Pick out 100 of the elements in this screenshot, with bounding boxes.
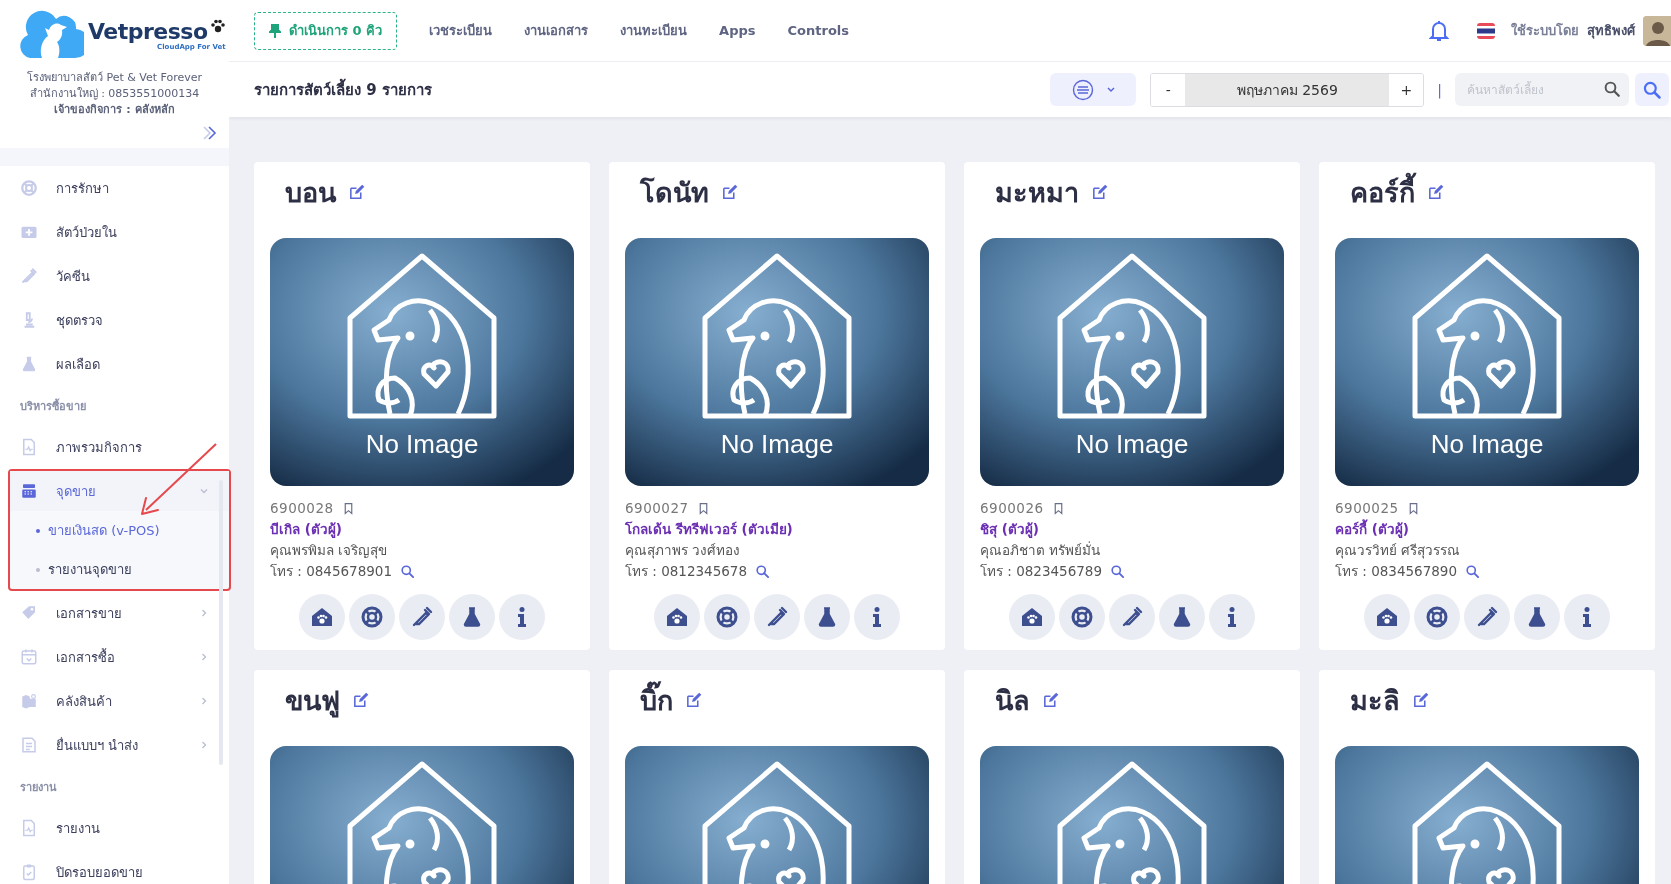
pet-name: มะหมา: [995, 175, 1079, 210]
edit-icon[interactable]: [1427, 183, 1444, 201]
vaccine-button[interactable]: [399, 594, 445, 640]
edit-icon[interactable]: [1042, 691, 1059, 709]
lifebuoy-icon: [1070, 605, 1094, 629]
sidebar-item[interactable]: วัคซีน: [0, 254, 229, 298]
no-image-label: No Image: [720, 429, 834, 459]
vaccine-button[interactable]: [754, 594, 800, 640]
info-button[interactable]: [499, 594, 545, 640]
edit-icon[interactable]: [1412, 691, 1429, 709]
syringe-icon: [410, 605, 434, 629]
owner-label: เจ้าของกิจการ : คลังหลัก: [54, 102, 175, 118]
pet-code: 6900026: [980, 499, 1044, 518]
sidebar-item[interactable]: ผลเลือด: [0, 342, 229, 386]
lab-button[interactable]: [1159, 594, 1205, 640]
pet-name: บอน: [285, 175, 336, 210]
sidebar-item[interactable]: ปิดรอบยอดขาย: [0, 850, 229, 884]
flag-icon[interactable]: [1477, 21, 1495, 40]
menu-item[interactable]: Controls: [787, 23, 849, 38]
pet-name: บิ๊ก: [640, 678, 673, 722]
menu-item[interactable]: งานเอกสาร: [524, 20, 589, 41]
cash-register-icon: [20, 482, 38, 500]
owner-name: คุณอภิชาต ทรัพย์มั่น: [980, 540, 1101, 561]
pin-icon: [269, 23, 281, 38]
pet-code: 6900025: [1335, 499, 1399, 518]
view-dropdown[interactable]: [1050, 73, 1137, 106]
paw-icon: [209, 19, 226, 33]
submenu-item[interactable]: ขายเงินสด (v-POS): [10, 511, 229, 550]
avatar[interactable]: [1643, 15, 1671, 46]
vaccine-button[interactable]: [1109, 594, 1155, 640]
pet-code: 6900028: [270, 499, 334, 518]
edit-icon[interactable]: [1091, 183, 1108, 201]
menu-item[interactable]: Apps: [719, 23, 756, 38]
sidebar-item[interactable]: คลังสินค้า: [0, 679, 229, 723]
user-name[interactable]: สุทธิพงศ์: [1587, 20, 1635, 41]
list-icon: [1072, 78, 1095, 101]
section-label: รายงาน: [20, 779, 57, 796]
sidebar-item[interactable]: สัตว์ป่วยใน: [0, 210, 229, 254]
edit-icon[interactable]: [685, 691, 702, 709]
pet-name: โดนัท: [640, 175, 709, 210]
clinic-button[interactable]: [1009, 594, 1055, 640]
phone-number: โทร : 0845678901: [270, 562, 393, 581]
sidebar-item[interactable]: เอกสารซื้อ: [0, 635, 229, 679]
month-label: พฤษภาคม 2569: [1185, 73, 1390, 106]
clinic-button[interactable]: [1364, 594, 1410, 640]
house-paw-icon: [1020, 605, 1044, 629]
treatment-button[interactable]: [704, 594, 750, 640]
lab-button[interactable]: [1514, 594, 1560, 640]
search-icon: [1603, 80, 1621, 98]
pet-code: 6900027: [625, 499, 689, 518]
info-button[interactable]: [1564, 594, 1610, 640]
house-paw-icon: [1375, 605, 1399, 629]
edit-icon[interactable]: [721, 183, 738, 201]
separator: |: [1437, 81, 1442, 98]
edit-icon[interactable]: [352, 691, 369, 709]
owner-name: คุณพรพิมล เจริญสุข: [270, 541, 388, 561]
lifebuoy-icon: [1425, 605, 1449, 629]
edit-icon[interactable]: [348, 183, 365, 201]
lifebuoy-icon: [20, 179, 38, 197]
menu-item[interactable]: เวชระเบียน: [429, 20, 493, 41]
lifebuoy-icon: [715, 605, 739, 629]
double-chevron-icon[interactable]: [201, 124, 219, 142]
search-button[interactable]: [1635, 73, 1669, 106]
pet-breed: คอร์กี้ (ตัวผู้): [1335, 519, 1410, 540]
treatment-button[interactable]: [1414, 594, 1460, 640]
no-image-label: No Image: [1430, 429, 1544, 459]
search-icon: [1642, 79, 1662, 100]
pet-name: คอร์กี้: [1350, 170, 1415, 214]
pet-name: มะลิ: [1350, 683, 1400, 718]
head-office: สำนักงานใหญ่ : 0853551000134: [29, 86, 200, 102]
chart-document-icon: [20, 438, 38, 456]
info-button[interactable]: [1209, 594, 1255, 640]
clipboard-check-icon: [20, 863, 38, 881]
search-icon: [1110, 564, 1126, 579]
bell-icon[interactable]: [1429, 19, 1449, 42]
phone-number: โทร : 0812345678: [625, 562, 748, 581]
sidebar-item[interactable]: จุดขาย: [10, 471, 229, 511]
house-paw-icon: [665, 605, 689, 629]
treatment-button[interactable]: [349, 594, 395, 640]
lab-button[interactable]: [804, 594, 850, 640]
sidebar-item[interactable]: เอกสารขาย: [0, 591, 229, 635]
info-button[interactable]: [854, 594, 900, 640]
lab-button[interactable]: [449, 594, 495, 640]
sidebar-item[interactable]: ภาพรวมกิจการ: [0, 425, 229, 469]
chart-document-icon: [20, 819, 38, 837]
sidebar-item[interactable]: ชุดตรวจ: [0, 298, 229, 342]
sidebar-item[interactable]: ยื่นแบบฯ นำส่ง: [0, 723, 229, 767]
sidebar-item[interactable]: การรักษา: [0, 166, 229, 210]
owner-name: คุณวรวิทย์ ศรีสุวรรณ: [1335, 541, 1461, 561]
treatment-button[interactable]: [1059, 594, 1105, 640]
document-icon: [20, 736, 38, 754]
pet-breed: ชิสุ (ตัวผู้): [980, 520, 1040, 540]
submenu-item[interactable]: รายงานจุดขาย: [10, 550, 229, 589]
menu-item[interactable]: งานทะเบียน: [620, 20, 688, 41]
clinic-button[interactable]: [654, 594, 700, 640]
clinic-name: โรงพยาบาลสัตว์ Pet & Vet Forever: [26, 70, 203, 86]
syringe-icon: [1475, 605, 1499, 629]
vaccine-button[interactable]: [1464, 594, 1510, 640]
clinic-button[interactable]: [299, 594, 345, 640]
sidebar-item[interactable]: รายงาน: [0, 806, 229, 850]
